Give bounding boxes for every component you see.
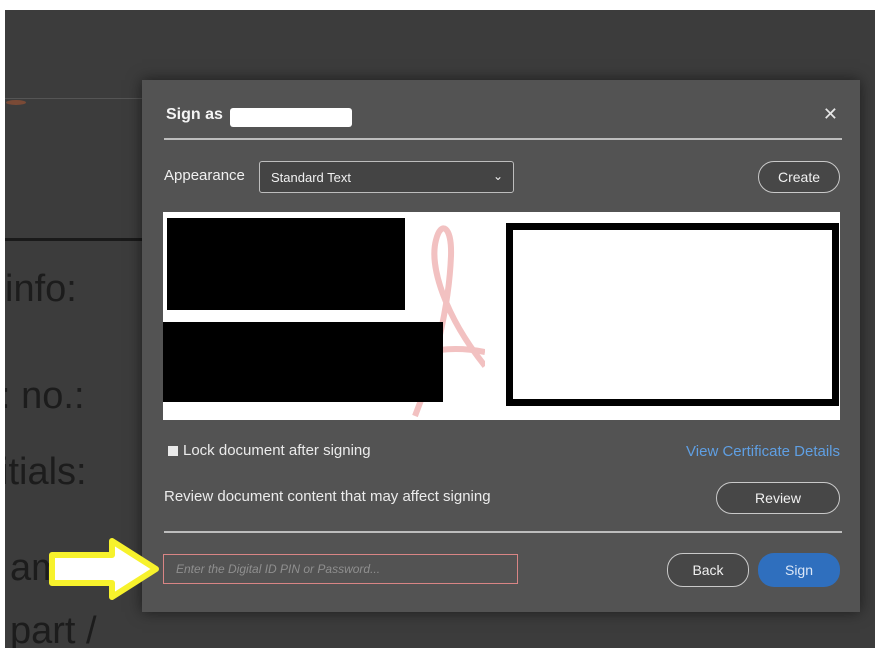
close-icon[interactable]: ✕ — [823, 104, 838, 125]
lock-document-checkbox[interactable]: Lock document after signing — [168, 442, 371, 459]
document-divider — [5, 98, 147, 99]
appearance-select[interactable]: Standard Text ⌄ — [259, 161, 514, 193]
redacted-signer-name — [230, 108, 352, 127]
review-content-text: Review document content that may affect … — [164, 488, 491, 505]
signature-details-box — [506, 223, 839, 406]
document-text-line: itials: — [0, 451, 87, 493]
back-button[interactable]: Back — [667, 553, 749, 587]
document-text-line: part / — [10, 610, 97, 648]
footer-divider — [164, 531, 842, 533]
dialog-title: Sign as — [166, 106, 223, 123]
redacted-signature-name — [163, 322, 443, 402]
left-edge — [0, 0, 5, 648]
document-text-line: : no.: — [0, 375, 85, 417]
appearance-label: Appearance — [164, 167, 245, 184]
top-edge — [0, 0, 875, 10]
checkbox-icon[interactable] — [168, 445, 178, 456]
document-text-line: info: — [5, 268, 77, 310]
chevron-down-icon: ⌄ — [492, 169, 503, 183]
document-mark — [6, 100, 26, 105]
sign-dialog: Sign as ✕ Appearance Standard Text ⌄ Cre… — [142, 80, 860, 612]
create-button[interactable]: Create — [758, 161, 840, 193]
redacted-signature-name — [167, 218, 405, 310]
title-divider — [164, 138, 842, 140]
signature-preview — [163, 212, 840, 420]
appearance-select-value: Standard Text — [271, 170, 351, 185]
view-certificate-link[interactable]: View Certificate Details — [686, 443, 840, 460]
highlight-arrow-icon — [49, 538, 159, 600]
review-button[interactable]: Review — [716, 482, 840, 514]
pin-password-input[interactable] — [163, 554, 518, 584]
document-divider — [5, 238, 147, 241]
lock-document-label: Lock document after signing — [183, 442, 371, 459]
sign-button[interactable]: Sign — [758, 553, 840, 587]
